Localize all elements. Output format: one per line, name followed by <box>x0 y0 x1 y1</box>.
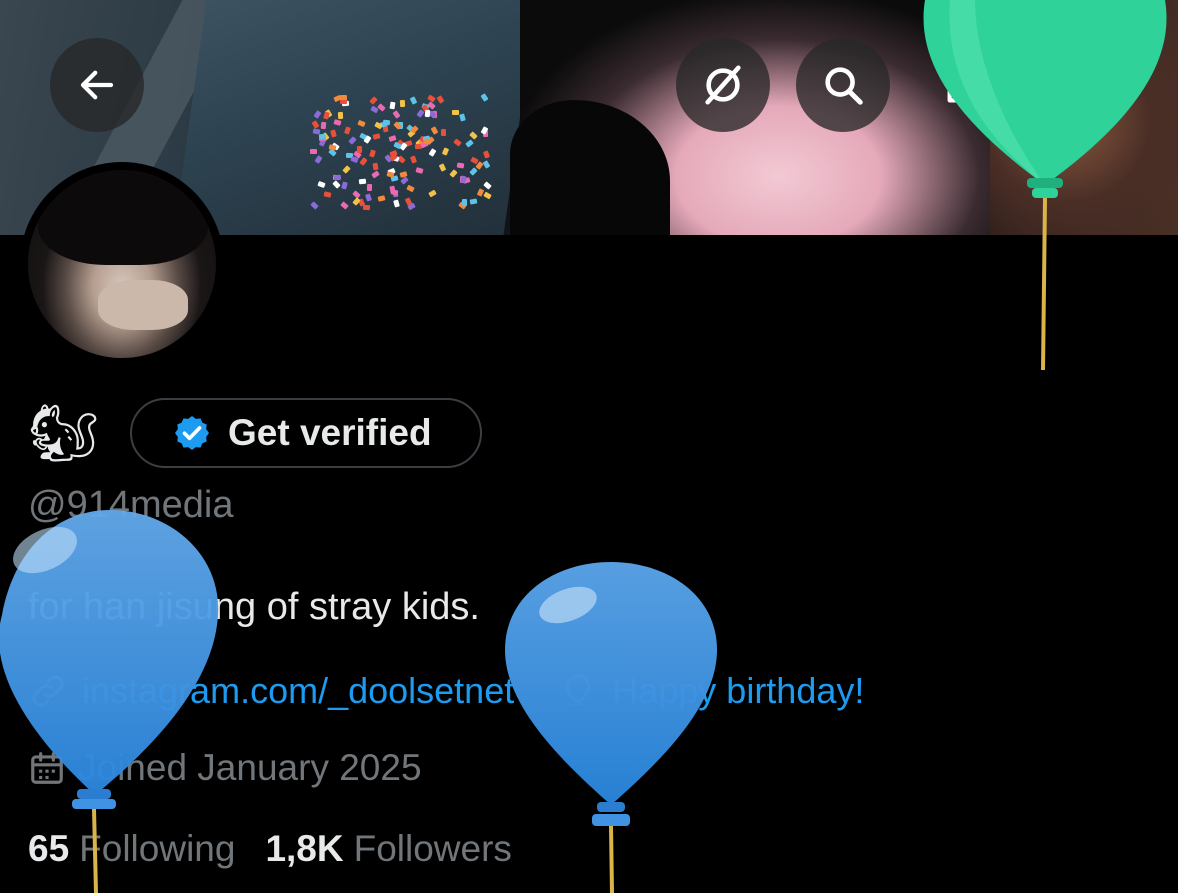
link-icon <box>32 675 64 707</box>
birthday-text[interactable]: Happy birthday! <box>612 670 864 712</box>
birthday-item: Happy birthday! <box>560 670 864 712</box>
display-name-emoji: 🐿 <box>28 401 100 464</box>
confetti-piece <box>337 112 343 120</box>
profile-bio: for han jisung of stray kids. <box>28 586 480 628</box>
confetti-piece <box>310 148 318 154</box>
search-icon <box>825 67 863 105</box>
back-button[interactable] <box>50 38 144 132</box>
grok-button[interactable] <box>676 38 770 132</box>
confetti-piece <box>372 132 381 140</box>
get-verified-button[interactable]: Get verified <box>130 398 482 468</box>
grok-icon <box>705 65 741 105</box>
verified-badge-icon <box>175 416 209 450</box>
following-count[interactable]: 65 <box>28 828 69 870</box>
confetti-piece <box>399 99 406 107</box>
confetti-piece <box>372 162 379 171</box>
follow-stats: 65 Following 1,8K Followers <box>28 828 512 870</box>
joined-row: Joined January 2025 <box>28 744 422 792</box>
profile-meta: instagram.com/_doolsetnet Happy birthday… <box>28 666 864 716</box>
avatar-image <box>28 170 216 358</box>
confetti-piece <box>424 109 431 118</box>
confetti-piece <box>456 162 464 169</box>
confetti-piece <box>423 137 432 145</box>
confetti-piece <box>320 122 327 130</box>
calendar-icon <box>31 752 63 784</box>
confetti-piece <box>462 198 468 206</box>
balloon-icon <box>566 674 591 706</box>
edit-button[interactable] <box>930 50 1000 120</box>
share-button[interactable] <box>1048 50 1118 120</box>
share-icon <box>1066 66 1100 102</box>
profile-link[interactable]: instagram.com/_doolsetnet <box>82 670 514 712</box>
arrow-left-icon <box>80 70 114 100</box>
following-label[interactable]: Following <box>79 828 235 870</box>
profile-handle: @914media <box>28 484 234 526</box>
followers-count[interactable]: 1,8K <box>265 828 343 870</box>
search-button[interactable] <box>796 38 890 132</box>
avatar-hand <box>98 280 188 330</box>
confetti-piece <box>367 183 373 191</box>
blue-balloon-center <box>505 562 717 893</box>
confetti-piece <box>333 174 342 181</box>
followers-label[interactable]: Followers <box>354 828 512 870</box>
joined-text: Joined January 2025 <box>78 747 422 788</box>
confetti-piece <box>362 204 371 211</box>
edit-icon <box>947 67 983 103</box>
avatar-hair <box>38 170 208 265</box>
get-verified-label: Get verified <box>228 412 432 453</box>
confetti-piece <box>356 146 362 154</box>
confetti-piece <box>323 191 332 198</box>
confetti-piece <box>441 129 447 137</box>
confetti-piece <box>318 133 327 139</box>
avatar[interactable] <box>20 162 224 366</box>
